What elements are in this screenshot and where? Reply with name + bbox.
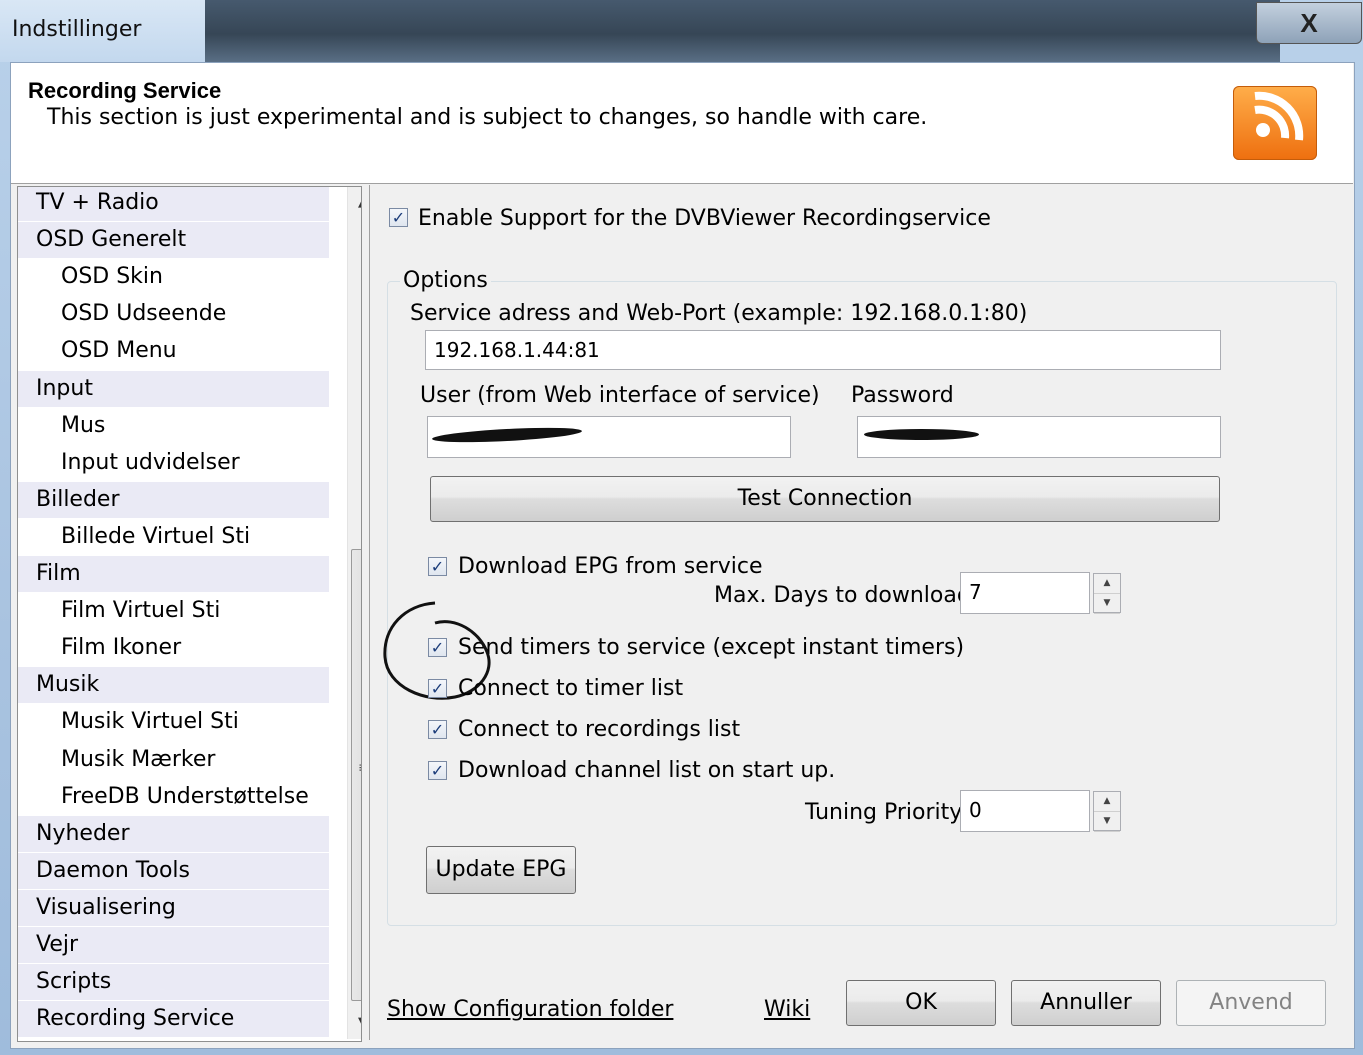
- send-timers-label: Send timers to service (except instant t…: [458, 635, 965, 660]
- title-bar-background: [205, 0, 1280, 62]
- download-epg-label: Download EPG from service: [458, 554, 763, 579]
- service-address-label: Service adress and Web-Port (example: 19…: [410, 301, 1028, 326]
- options-group-legend: Options: [400, 268, 491, 293]
- tree-item[interactable]: Mus: [18, 407, 329, 444]
- section-subtitle: This section is just experimental and is…: [47, 105, 928, 130]
- tree-item[interactable]: Scripts: [18, 964, 329, 1001]
- connect-recordings-list-label: Connect to recordings list: [458, 717, 741, 742]
- redacted-scribble: [431, 425, 583, 445]
- connect-timer-list-checkbox[interactable]: ✓: [428, 679, 447, 698]
- update-epg-button[interactable]: Update EPG: [426, 846, 576, 894]
- section-title: Recording Service: [28, 78, 222, 103]
- spin-down-arrow-icon[interactable]: ▼: [1094, 812, 1120, 832]
- scrollbar-thumb[interactable]: ≡: [351, 549, 361, 1001]
- close-button[interactable]: X: [1256, 2, 1362, 44]
- max-days-label: Max. Days to download: [714, 583, 971, 608]
- tree-item[interactable]: Musik Virtuel Sti: [18, 704, 329, 741]
- tree-item[interactable]: Input: [18, 370, 329, 407]
- tree-item[interactable]: Film: [18, 556, 329, 592]
- tree-item[interactable]: Billeder: [18, 481, 329, 518]
- tree-item[interactable]: Film Virtuel Sti: [18, 593, 329, 630]
- tuning-priority-input[interactable]: 0: [960, 790, 1090, 832]
- password-label: Password: [851, 383, 954, 408]
- tree-item[interactable]: Visualisering: [18, 889, 329, 926]
- tree-item[interactable]: Input udvidelser: [18, 444, 329, 481]
- download-channel-list-checkbox[interactable]: ✓: [428, 761, 447, 780]
- max-days-spinner[interactable]: ▲ ▼: [1093, 573, 1121, 614]
- ok-button[interactable]: OK: [846, 980, 996, 1026]
- tree-item[interactable]: Film Ikoner: [18, 630, 329, 667]
- download-channel-list-label: Download channel list on start up.: [458, 758, 836, 783]
- connect-timer-list-label: Connect to timer list: [458, 676, 684, 701]
- tree-item[interactable]: FreeDB Understøttelse: [18, 778, 329, 815]
- tree-scrollbar[interactable]: ▲ ≡ ▼: [347, 187, 361, 1039]
- max-days-input[interactable]: 7: [960, 572, 1090, 614]
- tree-item[interactable]: OSD Menu: [18, 333, 329, 370]
- window-title: Indstillinger: [12, 17, 142, 42]
- tuning-priority-spinner[interactable]: ▲ ▼: [1093, 791, 1121, 832]
- tuning-priority-label: Tuning Priority: [805, 800, 963, 825]
- tree-item[interactable]: Musik: [18, 667, 329, 704]
- password-input[interactable]: [857, 416, 1221, 458]
- tree-item[interactable]: Musik Mærker: [18, 741, 329, 778]
- service-address-input[interactable]: 192.168.1.44:81: [425, 330, 1221, 370]
- enable-support-label: Enable Support for the DVBViewer Recordi…: [418, 206, 991, 231]
- test-connection-button[interactable]: Test Connection: [430, 476, 1220, 522]
- download-epg-checkbox[interactable]: ✓: [428, 557, 447, 576]
- connect-recordings-list-checkbox[interactable]: ✓: [428, 720, 447, 739]
- tree-item[interactable]: TV + Radio: [18, 187, 329, 221]
- tree-item[interactable]: Daemon Tools: [18, 852, 329, 889]
- show-configuration-folder-link[interactable]: Show Configuration folder: [387, 997, 673, 1022]
- tree-item[interactable]: OSD Udseende: [18, 296, 329, 333]
- tree-item[interactable]: OSD Generelt: [18, 222, 329, 259]
- panel-divider: [369, 185, 370, 1040]
- tree-item[interactable]: Recording Service: [18, 1001, 329, 1038]
- close-icon: X: [1300, 8, 1318, 38]
- tree-item[interactable]: Billede Virtuel Sti: [18, 518, 329, 555]
- cancel-button[interactable]: Annuller: [1011, 980, 1161, 1026]
- enable-support-checkbox[interactable]: ✓: [389, 208, 408, 227]
- tree-item[interactable]: OSD Skin: [18, 259, 329, 296]
- grip-icon: ≡: [358, 761, 361, 775]
- scroll-up-arrow-icon[interactable]: ▲: [348, 187, 361, 219]
- scroll-down-arrow-icon[interactable]: ▼: [348, 1007, 361, 1039]
- wiki-link[interactable]: Wiki: [764, 997, 810, 1022]
- rss-feed-icon: [1233, 86, 1317, 160]
- spin-up-arrow-icon[interactable]: ▲: [1094, 574, 1120, 594]
- redacted-scribble: [864, 429, 979, 440]
- spin-up-arrow-icon[interactable]: ▲: [1094, 792, 1120, 812]
- apply-button[interactable]: Anvend: [1176, 980, 1326, 1026]
- tree-item[interactable]: Vejr: [18, 927, 329, 963]
- spin-down-arrow-icon[interactable]: ▼: [1094, 594, 1120, 614]
- user-input[interactable]: [427, 416, 791, 458]
- user-label: User (from Web interface of service): [420, 383, 820, 408]
- tree-item[interactable]: Nyheder: [18, 815, 329, 852]
- settings-tree[interactable]: TV + Radio OSD Generelt OSD Skin OSD Udseen…: [17, 186, 362, 1042]
